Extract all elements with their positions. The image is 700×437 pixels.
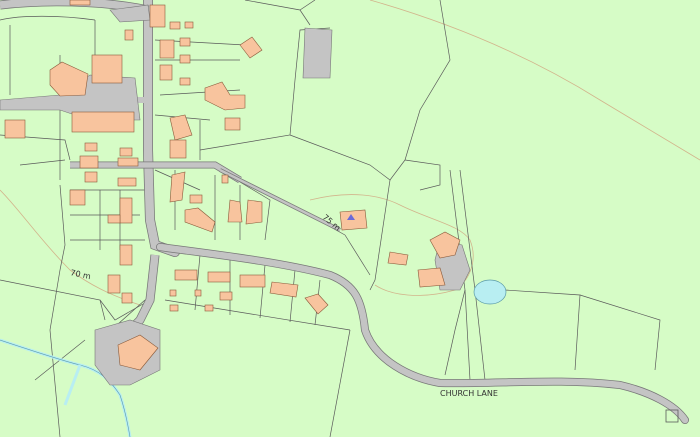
building [179,54,191,64]
building [149,4,166,28]
building [169,21,181,30]
building [169,289,177,297]
building [119,197,133,224]
building [71,111,135,133]
map-canvas[interactable]: CHURCH LANE 70 m 75 m [0,0,700,437]
car-park [302,27,333,79]
building [121,292,133,304]
street-label: CHURCH LANE [440,389,498,398]
building [169,304,179,312]
building [169,139,187,159]
building [124,29,134,41]
building [179,37,191,47]
building [117,157,139,167]
building [189,194,203,204]
building [207,271,231,283]
building [219,291,233,301]
building [107,274,121,294]
building [119,147,133,157]
building [84,171,98,183]
building [69,189,86,206]
building [79,155,99,169]
building [227,199,243,223]
pond [473,279,507,305]
building [221,174,229,184]
building [204,304,214,312]
building [69,0,91,6]
building [184,21,194,29]
building [117,177,137,187]
building [224,117,241,131]
building [239,274,266,288]
building [194,289,202,297]
building [159,39,175,59]
building [159,64,173,81]
building [417,267,446,288]
building [119,244,133,266]
building [107,214,121,224]
building [84,142,98,152]
building [174,269,198,281]
building [91,54,123,84]
map-svg: CHURCH LANE 70 m 75 m [0,0,700,437]
building [4,119,26,139]
building [245,199,263,225]
building [179,77,191,86]
